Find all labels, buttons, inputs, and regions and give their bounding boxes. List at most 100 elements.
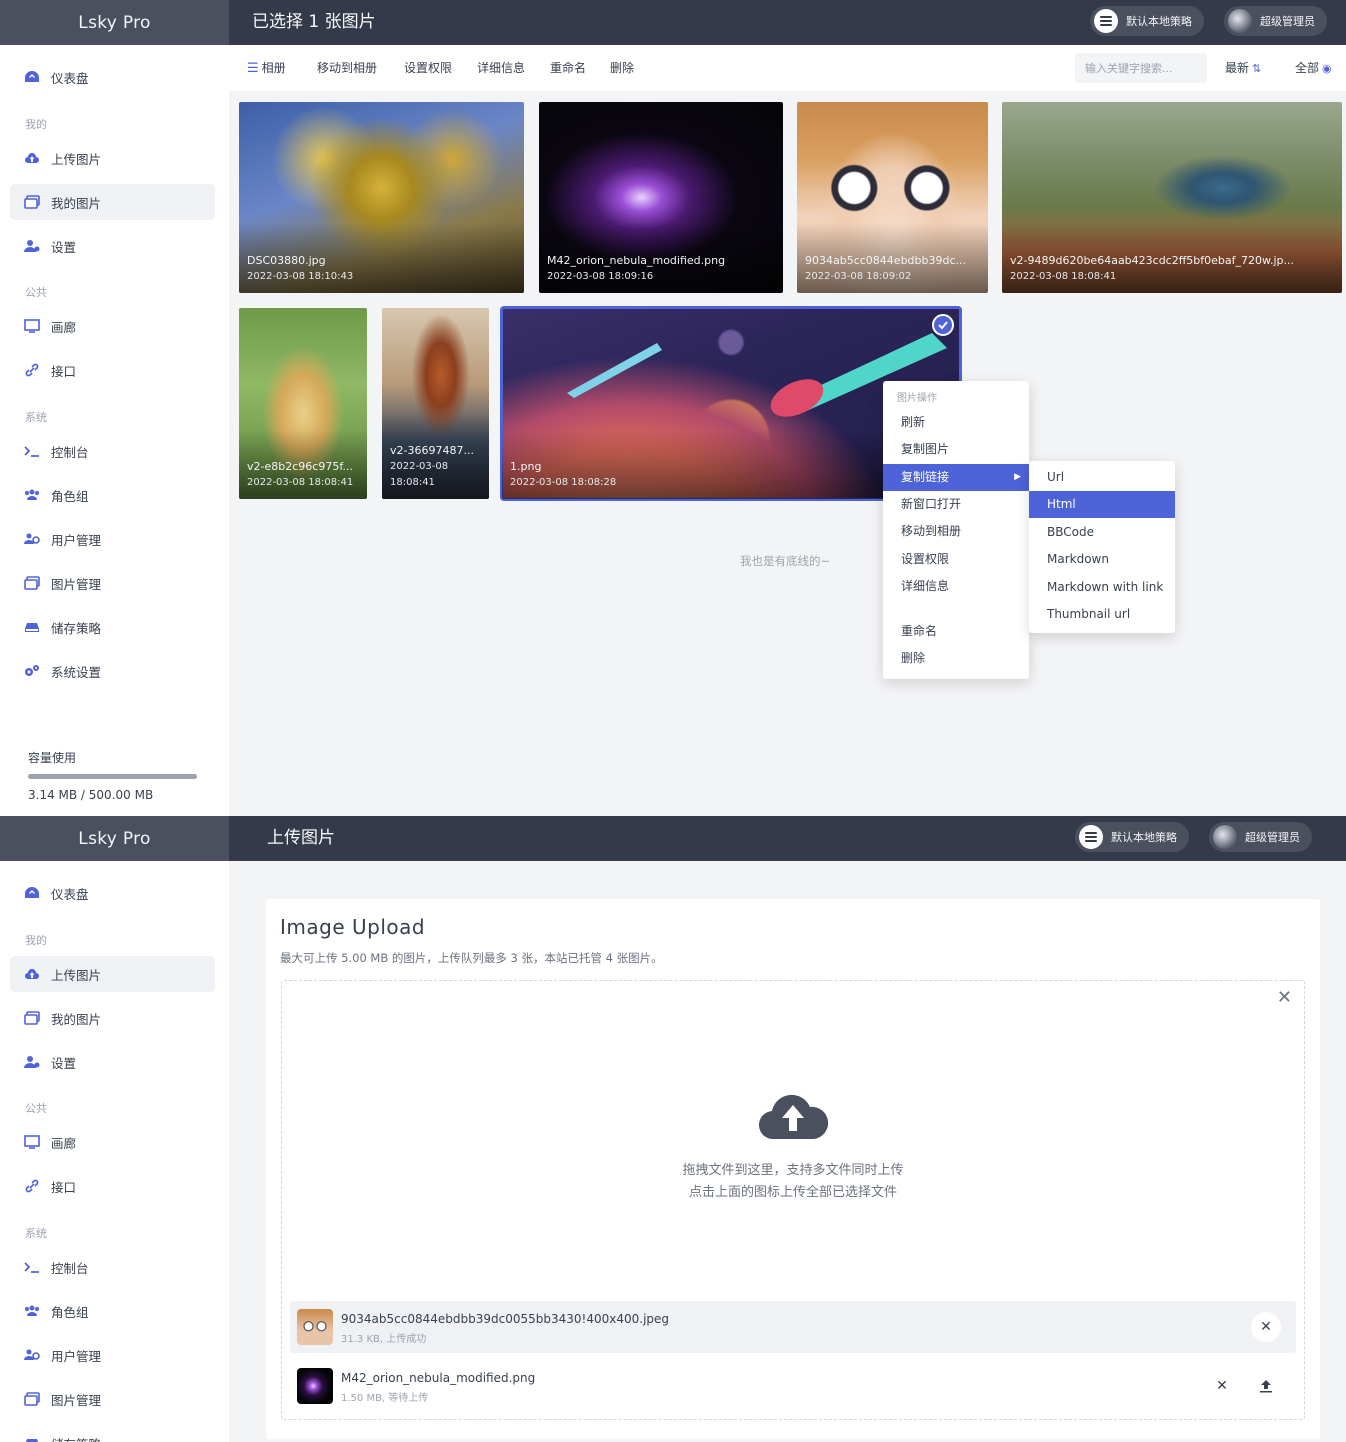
menu-item-move-to-album[interactable]: 移动到相册 (883, 518, 1029, 545)
images-icon (24, 576, 40, 590)
user-cog-icon (24, 1348, 40, 1362)
image-card[interactable]: M42_orion_nebula_modified.png 2022-03-08 … (539, 102, 783, 293)
dropzone-hint-1: 拖拽文件到这里，支持多文件同时上传 (682, 1163, 904, 1178)
filter-button[interactable]: 全部 ◉ (1295, 45, 1332, 91)
sidebar-item-api[interactable]: 接口 (10, 1168, 215, 1204)
sidebar-item-users[interactable]: 用户管理 (10, 521, 215, 557)
dashboard-icon (24, 70, 40, 84)
submenu-item-markdown-link[interactable]: Markdown with link (1029, 574, 1175, 601)
user-menu[interactable]: 超级管理员 (1209, 822, 1312, 852)
details-button[interactable]: 详细信息 (477, 45, 525, 91)
users-icon (24, 1304, 40, 1318)
quota-progress-bar (28, 774, 197, 779)
sidebar-item-dashboard[interactable]: 仪表盘 (10, 59, 215, 95)
copy-link-submenu: Url Html BBCode Markdown Markdown with l… (1029, 461, 1175, 633)
sidebar-item-roles[interactable]: 角色组 (10, 477, 215, 513)
menu-item-refresh[interactable]: 刷新 (883, 409, 1029, 436)
image-card[interactable]: DSC03880.jpg 2022-03-08 18:10:43 (239, 102, 524, 293)
sidebar-item-upload[interactable]: 上传图片 (10, 956, 215, 992)
strategy-selector[interactable]: 默认本地策略 (1090, 6, 1204, 36)
user-label: 超级管理员 (1245, 831, 1300, 844)
sidebar-item-storage[interactable]: 储存策略 (10, 1425, 215, 1442)
search-input[interactable] (1075, 53, 1207, 83)
menu-item-set-permission[interactable]: 设置权限 (883, 546, 1029, 573)
dropzone-hint-2: 点击上面的图标上传全部已选择文件 (688, 1185, 897, 1200)
menu-item-details[interactable]: 详细信息 (883, 573, 1029, 600)
sidebar-item-settings[interactable]: 设置 (10, 228, 215, 264)
sidebar-item-image-manage[interactable]: 图片管理 (10, 565, 215, 601)
sidebar-item-system-settings[interactable]: 系统设置 (10, 653, 215, 689)
image-card[interactable]: v2-e8b2c96c975f... 2022-03-08 18:08:41 (239, 308, 367, 499)
strategy-selector[interactable]: 默认本地策略 (1075, 822, 1189, 852)
upload-screen: Lsky Pro 上传图片 默认本地策略 超级管理员 仪表盘 我的 上传图片 我… (0, 816, 1346, 1442)
submenu-item-thumbnail-url[interactable]: Thumbnail url (1029, 601, 1175, 628)
image-card[interactable]: 9034ab5cc0844ebdbb39dc... 2022-03-08 18:0… (797, 102, 988, 293)
move-to-album-button[interactable]: 移动到相册 (317, 45, 377, 91)
file-thumbnail (297, 1368, 333, 1404)
remove-file-button[interactable]: ✕ (1207, 1371, 1237, 1401)
sidebar-item-gallery[interactable]: 画廊 (10, 1124, 215, 1160)
end-of-list-note: 我也是有底线的~ (740, 554, 831, 568)
upload-file-button[interactable] (1251, 1371, 1281, 1401)
sidebar-item-console[interactable]: 控制台 (10, 1249, 215, 1285)
sidebar-item-storage[interactable]: 储存策略 (10, 609, 215, 645)
file-status: 31.3 KB, 上传成功 (341, 1334, 427, 1345)
image-card[interactable]: v2-9489d620be64aab423cdc2ff5bf0ebaf_720w… (1002, 102, 1342, 293)
link-icon (24, 363, 40, 377)
section-label-public: 公共 (25, 1102, 47, 1115)
top-bar: Lsky Pro 已选择 1 张图片 默认本地策略 超级管理员 (0, 0, 1346, 45)
terminal-icon (24, 444, 40, 458)
sidebar-item-console[interactable]: 控制台 (10, 433, 215, 469)
sidebar-item-api[interactable]: 接口 (10, 352, 215, 388)
file-name: M42_orion_nebula_modified.png (341, 1371, 536, 1385)
strategy-label: 默认本地策略 (1126, 15, 1192, 28)
menu-item-open-new-window[interactable]: 新窗口打开 (883, 491, 1029, 518)
sidebar-item-image-manage[interactable]: 图片管理 (10, 1381, 215, 1417)
my-images-screen: Lsky Pro 已选择 1 张图片 默认本地策略 超级管理员 仪表盘 我的 上… (0, 0, 1346, 816)
quota-progress-fill (28, 774, 197, 779)
menu-item-delete[interactable]: 删除 (883, 645, 1029, 672)
sidebar: 仪表盘 我的 上传图片 我的图片 设置 公共 画廊 接口 系统 控制台 角色组 … (0, 45, 229, 816)
rename-button[interactable]: 重命名 (550, 45, 586, 91)
remove-file-button[interactable]: ✕ (1251, 1312, 1281, 1342)
sort-icon: ⇅ (1252, 62, 1262, 75)
strategy-label: 默认本地策略 (1111, 831, 1177, 844)
album-button[interactable]: ☰ 相册 (247, 45, 286, 91)
submenu-item-bbcode[interactable]: BBCode (1029, 519, 1175, 546)
brand-logo[interactable]: Lsky Pro (0, 816, 229, 861)
close-icon[interactable]: ✕ (1277, 987, 1292, 1008)
sidebar-item-upload[interactable]: 上传图片 (10, 140, 215, 176)
list-icon (1094, 9, 1118, 33)
menu-item-copy-link[interactable]: 复制链接 ▶ (883, 464, 1029, 491)
eye-icon: ◉ (1322, 62, 1332, 75)
sidebar-item-gallery[interactable]: 画廊 (10, 308, 215, 344)
sidebar-item-roles[interactable]: 角色组 (10, 1293, 215, 1329)
top-bar: Lsky Pro 上传图片 默认本地策略 超级管理员 (0, 816, 1346, 861)
menu-item-rename[interactable]: 重命名 (883, 618, 1029, 645)
user-menu[interactable]: 超级管理员 (1224, 6, 1327, 36)
delete-button[interactable]: 删除 (610, 45, 634, 91)
submenu-item-html[interactable]: Html (1029, 491, 1175, 518)
upload-card: Image Upload 最大可上传 5.00 MB 的图片，上传队列最多 3 … (266, 899, 1320, 1439)
check-icon[interactable] (932, 314, 954, 336)
sidebar-item-my-images[interactable]: 我的图片 (10, 1000, 215, 1036)
submenu-item-markdown[interactable]: Markdown (1029, 546, 1175, 573)
image-card[interactable]: v2-36697487... 2022-03-08 18:08:41 (382, 308, 489, 499)
sidebar-item-dashboard[interactable]: 仪表盘 (10, 875, 215, 911)
upload-dropzone[interactable]: ✕ 拖拽文件到这里，支持多文件同时上传 点击上面的图标上传全部已选择文件 903… (281, 980, 1305, 1420)
menu-item-copy-image[interactable]: 复制图片 (883, 436, 1029, 463)
sidebar-item-settings[interactable]: 设置 (10, 1044, 215, 1080)
cloud-upload-icon[interactable] (758, 1087, 828, 1141)
sort-button[interactable]: 最新 ⇅ (1225, 45, 1261, 91)
submenu-item-url[interactable]: Url (1029, 464, 1175, 491)
brand-logo[interactable]: Lsky Pro (0, 0, 229, 45)
user-cog-icon (24, 532, 40, 546)
file-name: 9034ab5cc0844ebdbb39dc0055bb3430!400x400… (341, 1312, 670, 1326)
section-label-mine: 我的 (25, 934, 47, 947)
set-permission-button[interactable]: 设置权限 (404, 45, 452, 91)
images-icon (24, 1011, 40, 1025)
avatar (1228, 9, 1252, 33)
sidebar-item-users[interactable]: 用户管理 (10, 1337, 215, 1373)
list-icon (1079, 825, 1103, 849)
sidebar-item-my-images[interactable]: 我的图片 (10, 184, 215, 220)
